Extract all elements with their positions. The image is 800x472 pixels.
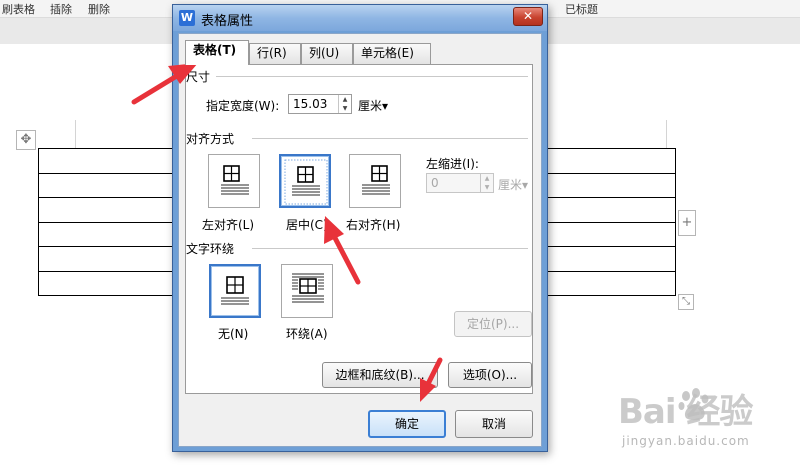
watermark-url: jingyan.baidu.com: [622, 434, 750, 448]
wrap-around-label: 环绕(A): [286, 327, 328, 341]
align-center-option[interactable]: [279, 154, 331, 208]
tab-column[interactable]: 列(U): [301, 43, 353, 64]
ribbon-item[interactable]: 刷表格: [2, 1, 35, 17]
width-value[interactable]: 15.03: [293, 97, 327, 111]
align-left-icon: [221, 165, 249, 195]
section-label-wrapping: 文字环绕: [186, 240, 239, 257]
dialog-body: 表格(T) 行(R) 列(U) 单元格(E) 尺寸 指定宽度(W): 15.03…: [178, 33, 542, 447]
tab-table[interactable]: 表格(T): [185, 40, 249, 65]
add-column-icon[interactable]: +: [678, 210, 696, 236]
position-button[interactable]: 定位(P)...: [454, 311, 532, 337]
left-indent-value[interactable]: 0: [431, 176, 439, 190]
ribbon-item[interactable]: 已标题: [565, 1, 598, 17]
align-center-icon: [284, 159, 328, 205]
width-label: 指定宽度(W):: [206, 99, 280, 113]
width-unit-dropdown[interactable]: 厘米▾: [358, 97, 388, 114]
tab-panel-table: 尺寸 指定宽度(W): 15.03 ▲ ▼ 厘米▾ 对齐方式 左对齐(L) 居中…: [185, 64, 533, 394]
borders-shading-button[interactable]: 边框和底纹(B)...: [322, 362, 438, 388]
align-right-icon: [362, 165, 390, 195]
close-button[interactable]: ✕: [513, 7, 543, 26]
ok-button[interactable]: 确定: [368, 410, 446, 438]
dialog-title: 表格属性: [201, 14, 254, 29]
spin-up-icon[interactable]: ▲: [481, 174, 493, 183]
left-indent-label: 左缩进(I):: [426, 157, 479, 171]
left-indent-spinner[interactable]: 0 ▲ ▼: [426, 173, 494, 193]
align-left-label: 左对齐(L): [202, 218, 255, 232]
wrap-none-label: 无(N): [218, 327, 249, 341]
align-left-option[interactable]: [208, 154, 260, 208]
page-margin-guide: [75, 120, 76, 148]
spin-down-icon[interactable]: ▼: [481, 183, 493, 192]
cancel-button[interactable]: 取消: [455, 410, 533, 438]
section-divider: [216, 76, 528, 77]
spin-down-icon[interactable]: ▼: [339, 104, 351, 113]
wrap-none-icon: [221, 276, 249, 305]
baidu-jingyan-watermark: Bai 经验 jingyan.baidu.com: [618, 384, 788, 464]
section-label-size: 尺寸: [186, 68, 215, 85]
wrap-none-option[interactable]: [209, 264, 261, 318]
page-margin-guide: [666, 120, 667, 148]
align-center-label: 居中(C): [286, 218, 328, 232]
align-right-label: 右对齐(H): [346, 218, 401, 232]
wrap-around-icon: [292, 273, 324, 303]
width-spinner[interactable]: 15.03 ▲ ▼: [288, 94, 352, 114]
tab-row[interactable]: 行(R): [249, 43, 301, 64]
indent-unit-dropdown[interactable]: 厘米▾: [498, 176, 528, 193]
paw-logo-icon: [678, 388, 709, 421]
wrap-around-option[interactable]: [281, 264, 333, 318]
section-divider: [252, 138, 528, 139]
dialog-titlebar[interactable]: W 表格属性 ✕: [173, 5, 547, 31]
table-resize-handle-icon[interactable]: ⤡: [678, 294, 694, 310]
align-right-option[interactable]: [349, 154, 401, 208]
table-options-button[interactable]: 选项(O)...: [448, 362, 532, 388]
section-label-alignment: 对齐方式: [186, 130, 239, 147]
table-properties-dialog: W 表格属性 ✕ 表格(T) 行(R) 列(U) 单元格(E) 尺寸 指定宽度(…: [172, 4, 548, 452]
tab-cell[interactable]: 单元格(E): [353, 43, 431, 64]
spin-up-icon[interactable]: ▲: [339, 95, 351, 104]
wps-logo-icon: W: [179, 10, 195, 26]
section-divider: [252, 248, 528, 249]
ribbon-item[interactable]: 删除: [88, 1, 110, 17]
ribbon-item[interactable]: 插除: [50, 1, 72, 17]
table-move-handle-icon[interactable]: ✥: [16, 130, 36, 150]
